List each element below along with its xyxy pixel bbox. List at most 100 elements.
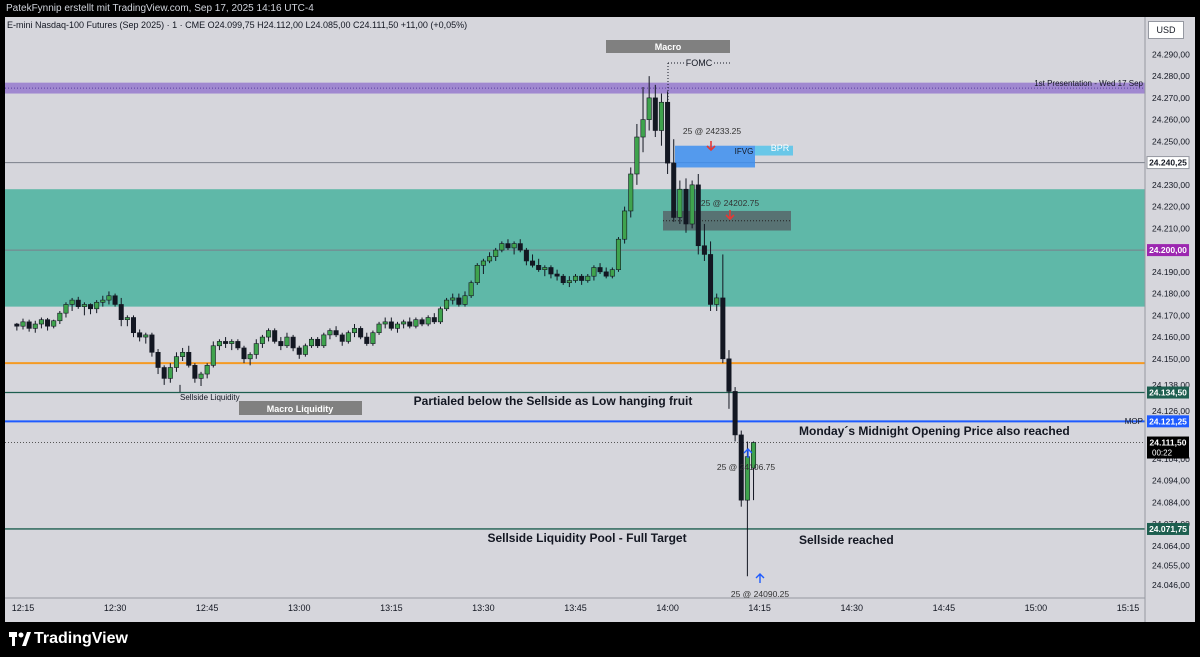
y-tick-label: 24.280,00 — [1152, 71, 1190, 81]
candle-body — [130, 317, 137, 334]
candle-body — [370, 332, 376, 344]
y-tick-label: 24.084,00 — [1152, 497, 1190, 507]
candle-body — [530, 260, 536, 266]
trade-label: 25 @ 24202.75 — [701, 198, 760, 208]
price-tag-label: 24.240,25 — [1149, 158, 1187, 168]
y-tick-label: 24.055,00 — [1152, 560, 1190, 570]
candle-body — [180, 351, 186, 357]
candle-body — [345, 332, 351, 342]
mop-tag: MOP — [1125, 417, 1143, 426]
price-tag-label: 24.200,00 — [1149, 245, 1187, 255]
price-tag-label: 24.134,50 — [1149, 388, 1187, 398]
candle-body — [124, 317, 130, 320]
partialed-label: Partialed below the Sellside as Low hang… — [414, 394, 693, 408]
candle-body — [63, 304, 69, 314]
candle-body — [554, 273, 560, 277]
candle-body — [394, 323, 400, 329]
candle-body — [468, 282, 474, 297]
candle-body — [88, 304, 94, 310]
candle-body — [351, 328, 358, 334]
teal-zone — [5, 189, 1145, 307]
buy-arrow-icon — [755, 573, 765, 583]
candle-body — [456, 297, 462, 305]
y-tick-label: 24.260,00 — [1152, 115, 1190, 125]
candle-body — [45, 319, 51, 327]
candle-body — [106, 295, 112, 301]
candle-body — [192, 365, 198, 379]
sellside-reached-label: Sellside reached — [799, 533, 894, 547]
candle-body — [474, 265, 480, 284]
candle-body — [493, 249, 499, 257]
candle-body — [517, 243, 523, 251]
candle-body — [511, 243, 517, 249]
price-tag-countdown: 00:22 — [1152, 449, 1173, 458]
price-tag-label: 24.121,25 — [1149, 416, 1187, 426]
candle-body — [253, 343, 259, 355]
price-chart[interactable]: 24.290,00 24.280,00 24.270,00 24.260,00 24.2… — [0, 0, 1200, 622]
candle-body — [333, 330, 339, 336]
candle-body — [57, 312, 63, 322]
candle-body — [149, 334, 155, 353]
candle-body — [173, 356, 179, 368]
candle-body — [20, 321, 26, 327]
sellside-liquidity-label: Sellside Liquidity — [180, 393, 240, 402]
candle-body — [81, 304, 87, 307]
candle-body — [640, 119, 646, 138]
x-tick-label: 14:30 — [840, 603, 863, 613]
candle-body — [358, 328, 364, 338]
candle-body — [284, 336, 290, 347]
y-tick-label: 24.150,00 — [1152, 354, 1190, 364]
candle-body — [229, 341, 235, 344]
candle-body — [210, 345, 216, 366]
candle-body — [216, 341, 222, 347]
candle-body — [444, 299, 450, 310]
candle-body — [597, 267, 603, 273]
x-tick-label: 15:00 — [1025, 603, 1048, 613]
price-tag-label: 24.111,50 — [1150, 438, 1187, 448]
candle-body — [591, 267, 597, 277]
y-tick-label: 24.160,00 — [1152, 332, 1190, 342]
candle-body — [112, 295, 118, 305]
candle-body — [450, 297, 456, 301]
candle-body — [94, 301, 100, 310]
candle-body — [69, 299, 75, 305]
x-tick-label: 14:15 — [748, 603, 771, 613]
y-tick-label: 24.180,00 — [1152, 289, 1190, 299]
candle-body — [671, 162, 677, 218]
candle-body — [646, 97, 652, 120]
candle-body — [198, 373, 204, 379]
y-tick-label: 24.290,00 — [1152, 49, 1190, 59]
candle-body — [51, 320, 57, 327]
candle-body — [708, 254, 714, 305]
y-tick-label: 24.210,00 — [1152, 223, 1190, 233]
price-tag-label: 24.071,75 — [1149, 524, 1187, 534]
x-tick-label: 12:15 — [12, 603, 35, 613]
tradingview-logo-icon — [9, 632, 31, 646]
candle-body — [634, 136, 640, 175]
candle-body — [622, 210, 628, 240]
tradingview-brand: TradingView — [34, 630, 128, 647]
candle-body — [167, 367, 173, 379]
candle-body — [480, 260, 486, 266]
candle-body — [499, 243, 505, 251]
trade-label: 25 @ 24090.25 — [731, 589, 790, 599]
x-tick-label: 14:45 — [933, 603, 956, 613]
candle-body — [462, 295, 468, 305]
candle-body — [327, 330, 333, 336]
candle-body — [309, 338, 315, 347]
pool-label: Sellside Liquidity Pool - Full Target — [487, 531, 686, 545]
candle-body — [665, 101, 671, 164]
candle-body — [247, 354, 253, 360]
candle-body — [14, 323, 20, 327]
currency-button[interactable]: USD — [1148, 21, 1184, 39]
candle-body — [75, 299, 81, 307]
candle-body — [388, 321, 394, 329]
candle-body — [487, 256, 493, 262]
mop-label: Monday´s Midnight Opening Price also rea… — [799, 424, 1070, 438]
candle-body — [579, 275, 585, 281]
candle-body — [431, 317, 437, 323]
candle-body — [523, 249, 529, 262]
candle-body — [100, 299, 106, 303]
candle-body — [223, 341, 229, 344]
candle-body — [401, 321, 407, 325]
